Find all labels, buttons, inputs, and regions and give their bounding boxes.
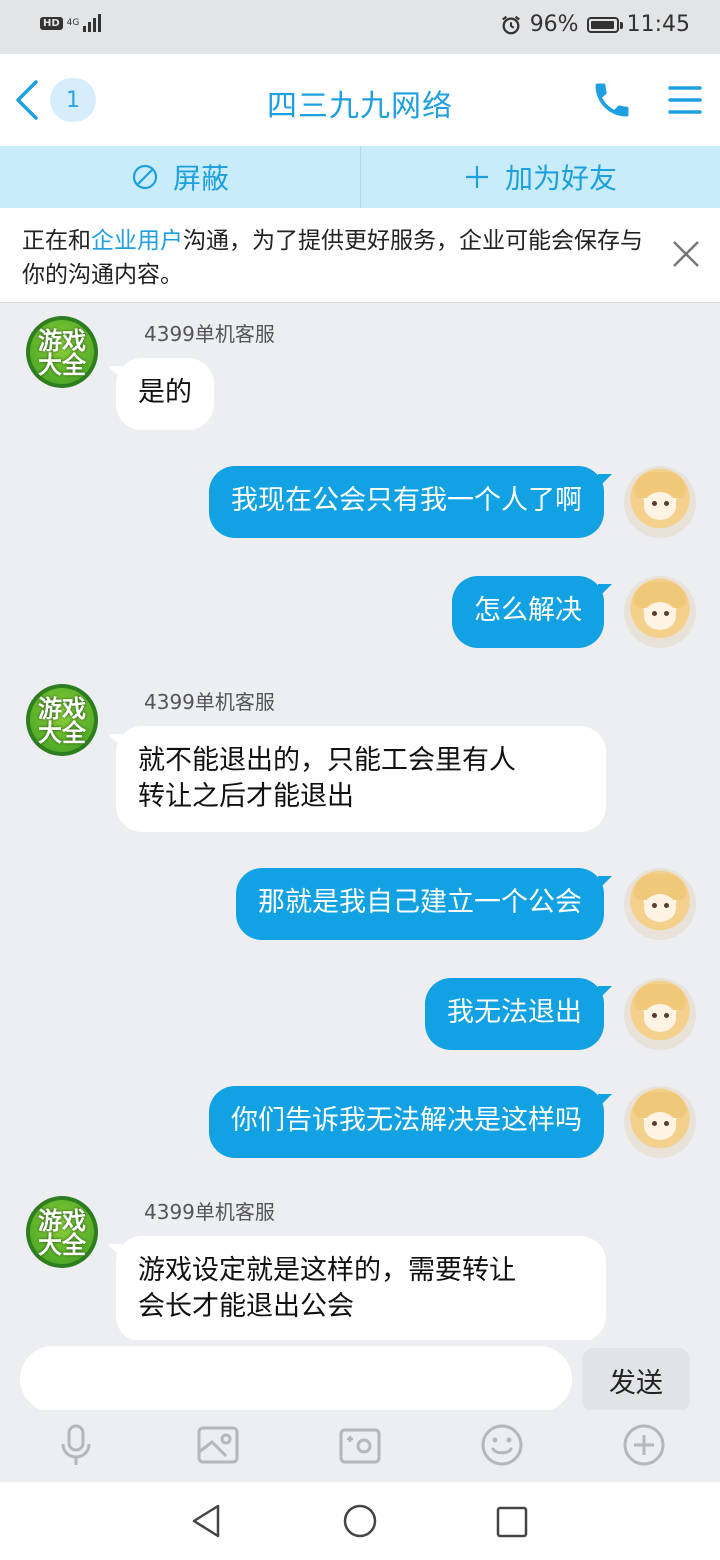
avatar-text-2: 大全: [38, 351, 86, 379]
call-button[interactable]: [590, 78, 634, 122]
block-label: 屏蔽: [172, 162, 229, 195]
battery-fill: [590, 20, 614, 29]
notice-close-button[interactable]: [668, 236, 704, 272]
plus-icon: [465, 166, 488, 188]
message-bubble-outgoing[interactable]: 怎么解决: [452, 576, 604, 648]
microphone-icon: [61, 1424, 91, 1465]
service-avatar[interactable]: 游戏 大全: [26, 1196, 98, 1268]
battery-percent: 96%: [529, 12, 579, 37]
notice-text-before: 正在和: [22, 228, 91, 254]
service-avatar[interactable]: 游戏 大全: [26, 316, 98, 388]
camera-button[interactable]: [338, 1422, 382, 1468]
signal-icon: [83, 14, 102, 32]
block-icon: [132, 164, 158, 190]
notice-highlight-link[interactable]: 企业用户: [91, 228, 183, 254]
network-indicator: 4G: [66, 18, 80, 28]
status-right: 96% 11:45: [500, 12, 690, 37]
bubble-tail: [598, 986, 612, 1000]
user-avatar[interactable]: [624, 576, 696, 648]
bubble-tail: [598, 1094, 612, 1108]
hd-indicator: HD: [40, 16, 63, 30]
message-bubble-incoming[interactable]: 就不能退出的，只能工会里有人 转让之后才能退出: [116, 726, 606, 832]
message-bubble-outgoing[interactable]: 你们告诉我无法解决是这样吗: [209, 1086, 604, 1158]
nav-back-button[interactable]: [188, 1502, 224, 1540]
message-line: 转让之后才能退出: [138, 781, 354, 812]
user-avatar[interactable]: [624, 978, 696, 1050]
avatar-text-2: 大全: [38, 719, 86, 747]
user-avatar[interactable]: [624, 466, 696, 538]
message-bubble-outgoing[interactable]: 我现在公会只有我一个人了啊: [209, 466, 604, 538]
triangle-back-icon: [192, 1504, 220, 1538]
service-avatar[interactable]: 游戏 大全: [26, 684, 98, 756]
more-button[interactable]: [622, 1422, 666, 1468]
nav-recents-button[interactable]: [494, 1504, 530, 1540]
message-line: 就不能退出的，只能工会里有人: [138, 745, 516, 776]
sender-name: 4399单机客服: [144, 322, 275, 346]
battery-icon: [586, 16, 623, 33]
message-bubble-incoming[interactable]: 游戏设定就是这样的，需要转让 会长才能退出公会: [116, 1236, 606, 1342]
alarm-icon: [501, 15, 520, 34]
message-line: 游戏设定就是这样的，需要转让: [138, 1255, 516, 1286]
close-icon: [673, 241, 699, 267]
bubble-tail: [598, 584, 612, 598]
notice-text: 正在和企业用户沟通，为了提供更好服务，企业可能会保存与你的沟通内容。: [22, 224, 662, 292]
add-friend-button[interactable]: 加为好友: [360, 146, 720, 208]
message-line: 会长才能退出公会: [138, 1291, 354, 1322]
sender-name: 4399单机客服: [144, 1200, 275, 1224]
camera-icon: [339, 1428, 381, 1464]
nav-home-button[interactable]: [342, 1502, 378, 1540]
phone-icon: [595, 83, 629, 117]
user-avatar[interactable]: [624, 868, 696, 940]
emoji-button[interactable]: [480, 1422, 524, 1468]
voice-button[interactable]: [54, 1422, 98, 1468]
menu-icon: [668, 86, 702, 114]
plus-circle-icon: [623, 1424, 665, 1466]
add-friend-label: 加为好友: [504, 162, 617, 195]
square-recents-icon: [496, 1506, 528, 1538]
image-button[interactable]: [196, 1422, 240, 1468]
message-input[interactable]: [20, 1346, 572, 1412]
emoji-icon: [481, 1424, 523, 1466]
menu-button[interactable]: [666, 80, 704, 120]
message-bubble-outgoing[interactable]: 那就是我自己建立一个公会: [236, 868, 604, 940]
message-bubble-incoming[interactable]: 是的: [116, 358, 214, 430]
status-left: HD 4G: [40, 14, 102, 32]
send-button[interactable]: 发送: [582, 1348, 690, 1412]
message-bubble-outgoing[interactable]: 我无法退出: [425, 978, 604, 1050]
user-avatar[interactable]: [624, 1086, 696, 1158]
circle-home-icon: [343, 1504, 377, 1538]
block-button[interactable]: 屏蔽: [0, 146, 360, 208]
clock: 11:45: [626, 12, 690, 37]
bubble-tail: [598, 876, 612, 890]
sender-name: 4399单机客服: [144, 690, 275, 714]
image-icon: [197, 1426, 239, 1464]
bubble-tail: [598, 474, 612, 488]
avatar-text-2: 大全: [38, 1231, 86, 1259]
